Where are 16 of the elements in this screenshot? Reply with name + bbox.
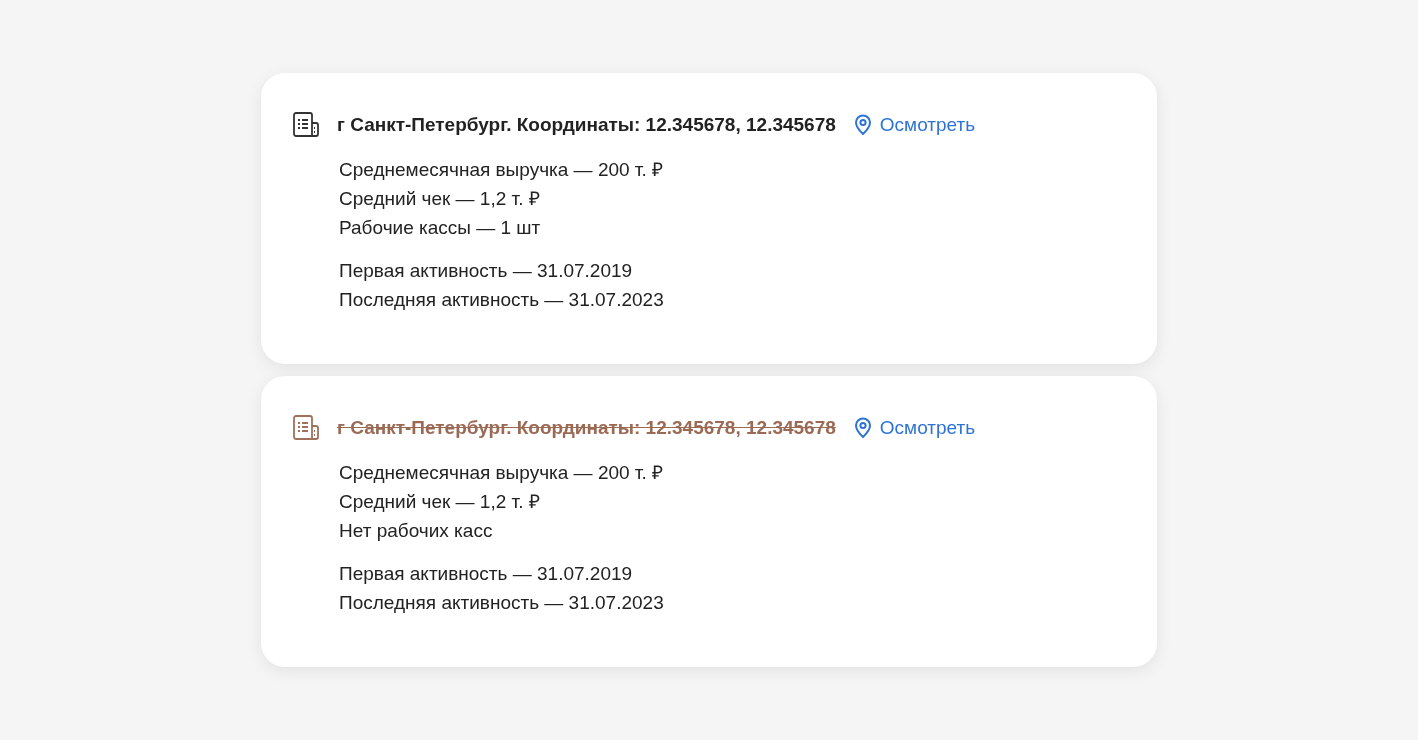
stat-text: Среднемесячная выручка — 200 т. ₽ xyxy=(339,158,665,182)
address-text: г Санкт-Петербург. Координаты: 12.345678, 12.345678 xyxy=(337,114,836,136)
address-text: г Санкт-Петербург. Координаты: 12.345678, 12.345678 xyxy=(337,417,836,439)
location-pin-icon xyxy=(853,114,872,136)
stat-text: Рабочие кассы — 1 шт xyxy=(339,216,542,240)
activity-text: Последняя активность — 31.07.2023 xyxy=(339,591,665,615)
view-link[interactable]: Осмотреть xyxy=(853,114,976,136)
view-link[interactable]: Осмотреть xyxy=(853,417,976,439)
activity-text: Последняя активность — 31.07.2023 xyxy=(339,288,665,312)
stat-text: Среднемесячная выручка — 200 т. ₽ xyxy=(339,461,665,485)
activity-text: Первая активность — 31.07.2019 xyxy=(339,259,634,283)
location-pin-icon xyxy=(853,417,872,439)
stat-text: Средний чек — 1,2 т. ₽ xyxy=(339,490,541,514)
activity-text: Первая активность — 31.07.2019 xyxy=(339,562,634,586)
stat-text: Нет рабочих касс xyxy=(339,519,494,543)
stat-text: Средний чек — 1,2 т. ₽ xyxy=(339,187,541,211)
